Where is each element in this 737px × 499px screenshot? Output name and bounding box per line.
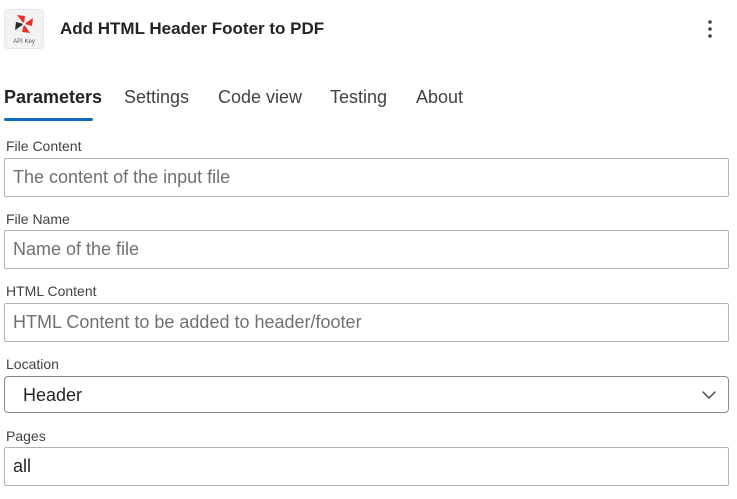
more-options-button[interactable] xyxy=(700,18,720,40)
file-content-label: File Content xyxy=(6,138,82,154)
app-logo: API Key xyxy=(4,9,44,49)
more-vertical-icon xyxy=(708,20,712,38)
chevron-down-icon xyxy=(702,391,716,399)
html-content-input[interactable] xyxy=(4,303,729,342)
html-content-label: HTML Content xyxy=(6,283,97,299)
tab-bar: Parameters Settings Code view Testing Ab… xyxy=(0,80,737,124)
tab-settings[interactable]: Settings xyxy=(124,86,189,108)
active-tab-indicator xyxy=(4,118,93,121)
tab-code-view[interactable]: Code view xyxy=(218,86,302,108)
location-selected-value: Header xyxy=(23,385,83,405)
pinwheel-logo-icon xyxy=(15,15,33,33)
tab-about[interactable]: About xyxy=(416,86,463,108)
pages-label: Pages xyxy=(6,428,46,444)
tab-testing[interactable]: Testing xyxy=(330,86,387,108)
file-name-input[interactable] xyxy=(4,230,729,269)
location-label: Location xyxy=(6,356,59,372)
file-name-label: File Name xyxy=(6,211,70,227)
app-header: API Key Add HTML Header Footer to PDF xyxy=(0,0,737,60)
file-content-input[interactable] xyxy=(4,158,729,197)
page-title: Add HTML Header Footer to PDF xyxy=(60,19,325,38)
tab-parameters[interactable]: Parameters xyxy=(4,86,102,108)
pages-input[interactable] xyxy=(4,447,729,486)
app-logo-caption: API Key xyxy=(13,39,35,45)
location-dropdown[interactable]: Header xyxy=(4,376,729,413)
